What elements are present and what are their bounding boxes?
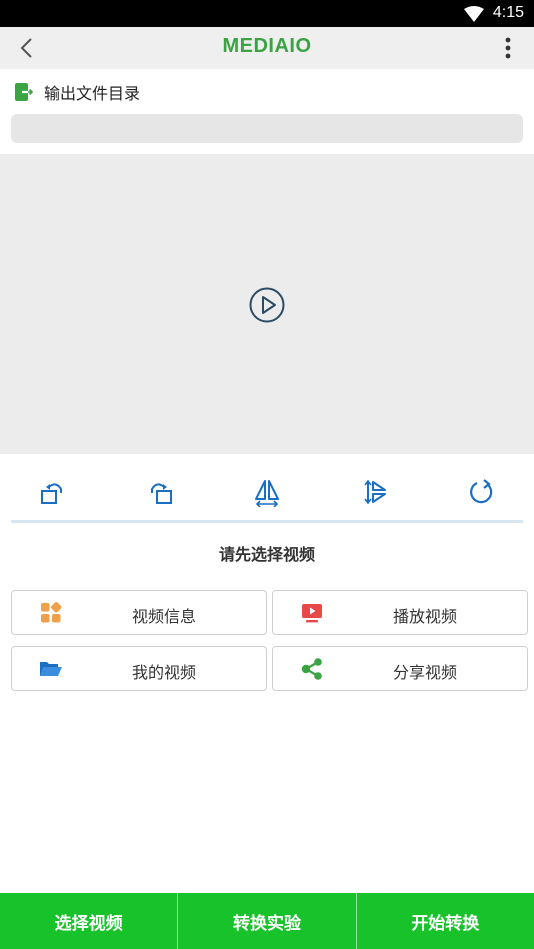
share-icon [299, 657, 325, 681]
share-video-button[interactable]: 分享视频 [272, 646, 528, 691]
reset-icon[interactable] [461, 472, 501, 512]
edit-tools [0, 472, 534, 516]
export-icon [15, 83, 34, 101]
video-info-label: 视频信息 [131, 607, 196, 626]
my-videos-button[interactable]: 我的视频 [11, 646, 267, 691]
output-directory-label: 输出文件目录 [44, 84, 141, 103]
apps-icon [38, 601, 64, 625]
play-video-label: 播放视频 [392, 607, 457, 626]
flip-horizontal-icon[interactable] [247, 472, 287, 512]
share-video-label: 分享视频 [392, 663, 457, 682]
more-menu-icon[interactable] [504, 37, 512, 59]
start-conversion-button[interactable]: 开始转换 [357, 893, 534, 949]
folder-icon [38, 657, 64, 681]
bottom-action-bar: 选择视频 转换实验 开始转换 [0, 893, 534, 949]
play-video-button[interactable]: 播放视频 [272, 590, 528, 635]
rotate-right-icon[interactable] [140, 472, 180, 512]
status-time: 4:15 [492, 4, 524, 21]
wifi-icon [464, 6, 484, 22]
tools-divider [11, 520, 523, 523]
play-icon[interactable] [248, 286, 286, 324]
output-path-field[interactable] [11, 114, 523, 143]
app-title: MEDIAIO [222, 35, 312, 57]
my-videos-label: 我的视频 [131, 663, 196, 682]
select-video-button[interactable]: 选择视频 [0, 893, 179, 949]
play-tv-icon [299, 601, 325, 625]
output-directory-row: 输出文件目录 [14, 80, 140, 104]
video-info-button[interactable]: 视频信息 [11, 590, 267, 635]
conversion-lab-button[interactable]: 转换实验 [178, 893, 357, 949]
select-video-hint: 请先选择视频 [218, 545, 315, 564]
app-bar: MEDIAIO [0, 27, 534, 69]
status-bar: 4:15 [0, 0, 534, 27]
flip-vertical-icon[interactable] [354, 472, 394, 512]
rotate-left-icon[interactable] [33, 472, 73, 512]
